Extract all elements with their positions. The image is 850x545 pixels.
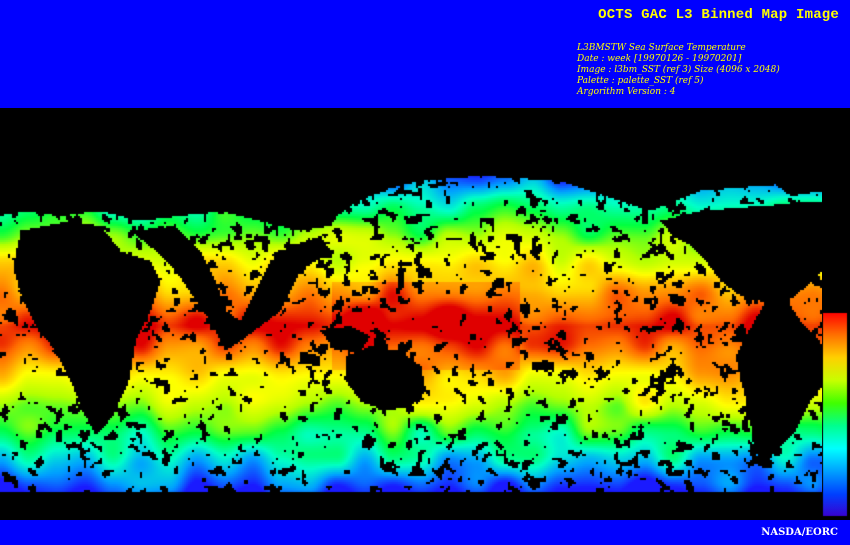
map-area [0,108,850,520]
meta-palette-line: Palette : palette_SST (ref 5) [577,76,704,86]
meta-algorithm-line: Argorithm Version : 4 [577,87,676,97]
sst-world-map [0,150,822,500]
meta-product-line: L3BMSTW Sea Surface Temperature [577,43,746,53]
meta-image-line: Image : l3bm_SST (ref 3) Size (4096 x 20… [577,65,780,75]
header-banner: OCTS GAC L3 Binned Map Image L3BMSTW Sea… [0,0,850,108]
page-title: OCTS GAC L3 Binned Map Image [598,7,839,23]
footer-banner: NASDA/EORC [0,520,850,545]
credit-label: NASDA/EORC [761,527,838,538]
meta-date-line: Date : week [19970126 - 19970201] [577,54,742,64]
product-metadata: L3BMSTW Sea Surface Temperature Date : w… [577,43,780,98]
color-scale-bar [822,312,848,517]
